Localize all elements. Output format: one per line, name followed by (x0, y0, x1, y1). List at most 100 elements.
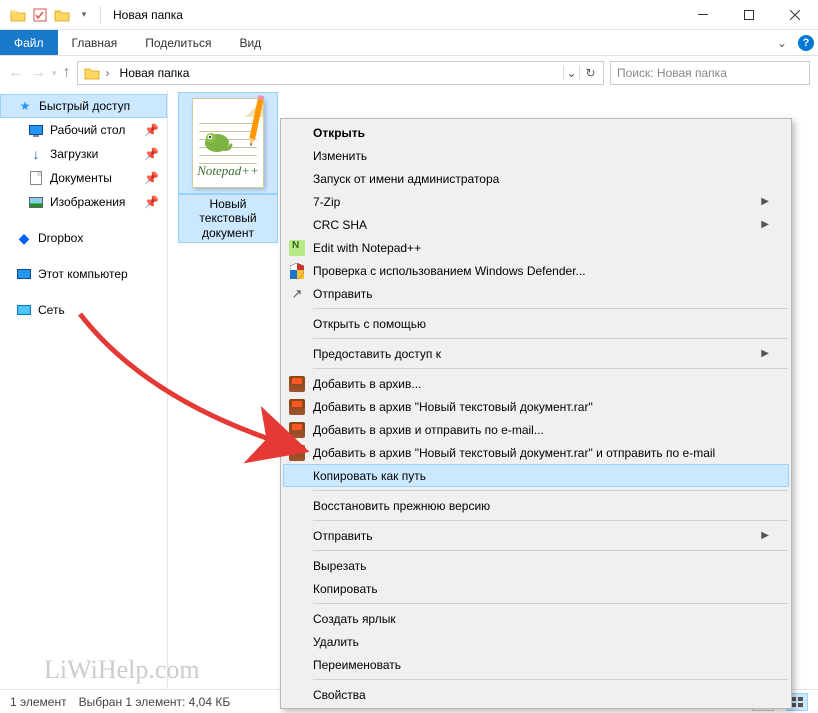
winrar-icon (288, 421, 306, 439)
ctx-add-email[interactable]: Добавить в архив и отправить по e-mail..… (283, 418, 789, 441)
ctx-send-to[interactable]: Отправить▶ (283, 524, 789, 547)
address-bar[interactable]: › Новая папка ⌄ ↻ (77, 61, 604, 85)
pin-icon: 📌 (144, 195, 159, 209)
ctx-create-shortcut[interactable]: Создать ярлык (283, 607, 789, 630)
ctx-7zip[interactable]: 7-Zip▶ (283, 190, 789, 213)
help-button[interactable]: ? (794, 30, 818, 55)
sidebar-label: Сеть (38, 303, 65, 317)
sidebar-pictures[interactable]: Изображения 📌 (0, 190, 167, 214)
qat-dropdown-icon[interactable]: ▾ (74, 5, 94, 25)
pin-icon: 📌 (144, 147, 159, 161)
sidebar-downloads[interactable]: ↓ Загрузки 📌 (0, 142, 167, 166)
sidebar-label: Быстрый доступ (39, 99, 130, 113)
ctx-open[interactable]: Открыть (283, 121, 789, 144)
ctx-open-with[interactable]: Открыть с помощью (283, 312, 789, 335)
up-button[interactable]: ↑ (63, 64, 71, 82)
ctx-add-archive[interactable]: Добавить в архив... (283, 372, 789, 395)
folder-icon-2 (52, 5, 72, 25)
maximize-button[interactable] (726, 0, 772, 30)
dropbox-icon: ◆ (16, 230, 32, 246)
expand-ribbon-button[interactable]: ⌄ (770, 30, 794, 55)
ctx-copy[interactable]: Копировать (283, 577, 789, 600)
forward-button[interactable]: → (30, 64, 46, 82)
status-item-count: 1 элемент (10, 695, 67, 709)
qat-properties-icon[interactable] (30, 5, 50, 25)
search-placeholder: Поиск: Новая папка (617, 66, 727, 80)
chevron-right-icon: ▶ (761, 530, 769, 541)
shield-icon (288, 262, 306, 280)
separator (313, 338, 788, 339)
separator (313, 368, 788, 369)
ctx-delete[interactable]: Удалить (283, 630, 789, 653)
downloads-icon: ↓ (28, 146, 44, 162)
sidebar-documents[interactable]: Документы 📌 (0, 166, 167, 190)
chevron-right-icon: ▶ (761, 219, 769, 230)
sidebar-network[interactable]: Сеть (0, 298, 167, 322)
address-bar-row: ← → ▾ ↑ › Новая папка ⌄ ↻ Поиск: Новая п… (0, 56, 818, 90)
folder-icon (82, 63, 102, 83)
context-menu: Открыть Изменить Запуск от имени админис… (280, 118, 792, 709)
tab-share[interactable]: Поделиться (131, 30, 225, 55)
ctx-add-rar-email[interactable]: Добавить в архив "Новый текстовый докуме… (283, 441, 789, 464)
sidebar-quick-access[interactable]: ★ Быстрый доступ (0, 94, 167, 118)
window-title: Новая папка (113, 8, 183, 22)
close-button[interactable] (772, 0, 818, 30)
network-icon (16, 302, 32, 318)
tab-file[interactable]: Файл (0, 30, 58, 55)
search-input[interactable]: Поиск: Новая папка (610, 61, 810, 85)
navigation-sidebar: ★ Быстрый доступ Рабочий стол 📌 ↓ Загруз… (0, 90, 168, 689)
tab-view[interactable]: Вид (225, 30, 275, 55)
desktop-icon (28, 122, 44, 138)
ctx-rename[interactable]: Переименовать (283, 653, 789, 676)
ctx-crc-sha[interactable]: CRC SHA▶ (283, 213, 789, 236)
ctx-send[interactable]: ↗ Отправить (283, 282, 789, 305)
ctx-give-access[interactable]: Предоставить доступ к▶ (283, 342, 789, 365)
ctx-copy-as-path[interactable]: Копировать как путь (283, 464, 789, 487)
ctx-properties[interactable]: Свойства (283, 683, 789, 706)
breadcrumb-segment[interactable]: Новая папка (114, 66, 196, 80)
separator (313, 520, 788, 521)
ctx-cut[interactable]: Вырезать (283, 554, 789, 577)
notepadpp-file-icon: Notepad++ (192, 98, 264, 188)
titlebar: ▾ Новая папка (0, 0, 818, 30)
file-item[interactable]: Notepad++ Новый текстовый документ (178, 92, 278, 243)
ctx-restore-previous[interactable]: Восстановить прежнюю версию (283, 494, 789, 517)
chevron-right-icon[interactable]: › (102, 66, 114, 80)
share-icon: ↗ (288, 285, 306, 303)
tab-home[interactable]: Главная (58, 30, 132, 55)
pc-icon (16, 266, 32, 282)
ctx-edit-notepadpp[interactable]: Edit with Notepad++ (283, 236, 789, 259)
ctx-defender[interactable]: Проверка с использованием Windows Defend… (283, 259, 789, 282)
ribbon-tabs: Файл Главная Поделиться Вид ⌄ ? (0, 30, 818, 56)
documents-icon (28, 170, 44, 186)
notepadpp-icon (288, 239, 306, 257)
status-selection: Выбран 1 элемент: 4,04 КБ (79, 695, 231, 709)
sidebar-label: Этот компьютер (38, 267, 128, 281)
separator (313, 679, 788, 680)
winrar-icon (288, 398, 306, 416)
address-dropdown[interactable]: ⌄ (563, 66, 579, 80)
separator (313, 490, 788, 491)
sidebar-label: Изображения (50, 195, 125, 209)
sidebar-label: Dropbox (38, 231, 83, 245)
sidebar-this-pc[interactable]: Этот компьютер (0, 262, 167, 286)
refresh-button[interactable]: ↻ (579, 66, 601, 80)
back-button[interactable]: ← (8, 64, 24, 82)
winrar-icon (288, 444, 306, 462)
recent-dropdown[interactable]: ▾ (52, 68, 57, 79)
ctx-add-archive-rar[interactable]: Добавить в архив "Новый текстовый докуме… (283, 395, 789, 418)
winrar-icon (288, 375, 306, 393)
ctx-run-as-admin[interactable]: Запуск от имени администратора (283, 167, 789, 190)
minimize-button[interactable] (680, 0, 726, 30)
sidebar-label: Рабочий стол (50, 123, 125, 137)
file-label: Новый текстовый документ (178, 194, 278, 243)
separator (313, 550, 788, 551)
ctx-edit[interactable]: Изменить (283, 144, 789, 167)
separator (313, 308, 788, 309)
folder-icon (8, 5, 28, 25)
sidebar-label: Документы (50, 171, 112, 185)
chevron-right-icon: ▶ (761, 196, 769, 207)
sidebar-desktop[interactable]: Рабочий стол 📌 (0, 118, 167, 142)
pin-icon: 📌 (144, 123, 159, 137)
sidebar-dropbox[interactable]: ◆ Dropbox (0, 226, 167, 250)
